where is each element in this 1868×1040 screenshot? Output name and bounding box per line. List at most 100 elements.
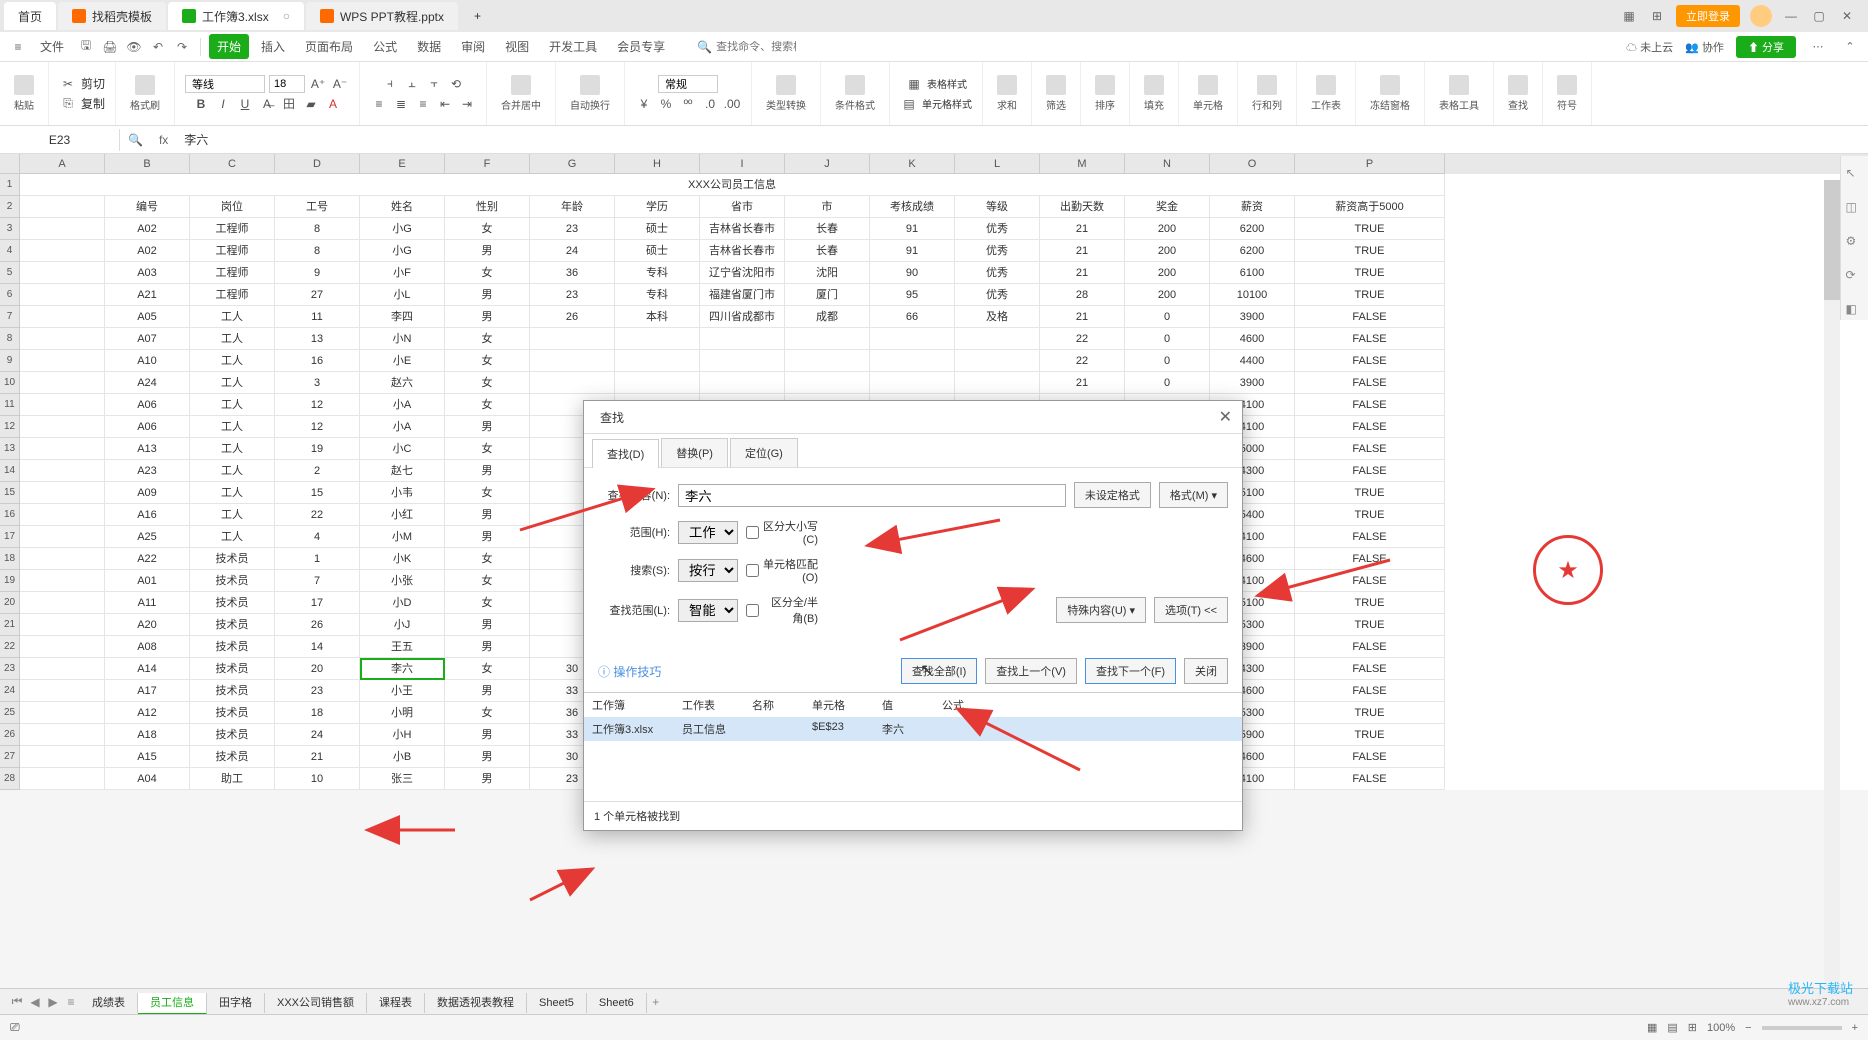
col-L[interactable]: L	[955, 154, 1040, 174]
cell[interactable]: 23	[530, 284, 615, 306]
cell[interactable]	[700, 350, 785, 372]
command-search[interactable]: 🔍	[697, 40, 796, 54]
cell[interactable]: FALSE	[1295, 306, 1445, 328]
rh-cell[interactable]: 单元格	[804, 693, 874, 717]
record-icon[interactable]: ⎚	[10, 1020, 20, 1035]
cell[interactable]: 技术员	[190, 592, 275, 614]
cell[interactable]: 小C	[360, 438, 445, 460]
menu-data[interactable]: 数据	[409, 34, 449, 59]
indent-dec-icon[interactable]: ⇤	[436, 95, 454, 113]
menu-start[interactable]: 开始	[209, 34, 249, 59]
preview-icon[interactable]: 👁	[124, 37, 144, 57]
lookin-select[interactable]: 智能	[678, 599, 738, 622]
header-cell[interactable]: 工号	[275, 196, 360, 218]
cell[interactable]: 66	[870, 306, 955, 328]
collapse-ribbon-icon[interactable]: ⌃	[1840, 37, 1860, 57]
cell[interactable]: 小H	[360, 724, 445, 746]
row-header[interactable]: 5	[0, 262, 20, 284]
cell[interactable]: 4600	[1210, 328, 1295, 350]
col-O[interactable]: O	[1210, 154, 1295, 174]
row-header[interactable]: 7	[0, 306, 20, 328]
cell[interactable]: 技术员	[190, 570, 275, 592]
cell[interactable]: 21	[1040, 240, 1125, 262]
cell[interactable]: 24	[530, 240, 615, 262]
header-cell[interactable]: 编号	[105, 196, 190, 218]
cell[interactable]: A25	[105, 526, 190, 548]
tab-template[interactable]: 找稻壳模板	[58, 2, 166, 30]
vertical-scrollbar[interactable]	[1824, 180, 1840, 988]
cell[interactable]: 技术员	[190, 746, 275, 768]
zoom-value[interactable]: 100%	[1707, 1022, 1735, 1034]
header-cell[interactable]: 市	[785, 196, 870, 218]
cell[interactable]: 助工	[190, 768, 275, 790]
cell[interactable]: 21	[275, 746, 360, 768]
cell[interactable]: A06	[105, 394, 190, 416]
cell[interactable]: 9	[275, 262, 360, 284]
cell[interactable]: 优秀	[955, 240, 1040, 262]
cell[interactable]: FALSE	[1295, 372, 1445, 394]
cell[interactable]	[870, 350, 955, 372]
cell[interactable]: 200	[1125, 284, 1210, 306]
header-cell[interactable]: 性别	[445, 196, 530, 218]
cell[interactable]: 小L	[360, 284, 445, 306]
row-header[interactable]: 21	[0, 614, 20, 636]
tab-ppt[interactable]: WPS PPT教程.pptx	[306, 2, 458, 30]
cell[interactable]: FALSE	[1295, 636, 1445, 658]
rh-workbook[interactable]: 工作簿	[584, 693, 674, 717]
cell[interactable]: 女	[445, 658, 530, 680]
italic-button[interactable]: I	[214, 95, 232, 113]
cell-reference[interactable]: E23	[0, 129, 120, 151]
cell[interactable]	[615, 372, 700, 394]
cell[interactable]: 21	[1040, 372, 1125, 394]
cell[interactable]: 20	[275, 658, 360, 680]
row-header[interactable]: 19	[0, 570, 20, 592]
cell[interactable]: 女	[445, 350, 530, 372]
cell[interactable]: 小K	[360, 548, 445, 570]
cell[interactable]: 专科	[615, 284, 700, 306]
col-C[interactable]: C	[190, 154, 275, 174]
cell[interactable]: 男	[445, 284, 530, 306]
cell[interactable]: FALSE	[1295, 350, 1445, 372]
cell[interactable]: A14	[105, 658, 190, 680]
result-row[interactable]: 工作簿3.xlsx 员工信息 $E$23 李六	[584, 717, 1242, 741]
whole-cell-checkbox[interactable]: 单元格匹配(O)	[746, 556, 818, 584]
cell[interactable]: 辽宁省沈阳市	[700, 262, 785, 284]
cell[interactable]: A16	[105, 504, 190, 526]
col-M[interactable]: M	[1040, 154, 1125, 174]
cell[interactable]: 0	[1125, 372, 1210, 394]
tab-add[interactable]: +	[460, 2, 495, 30]
cell[interactable]: 王五	[360, 636, 445, 658]
cell[interactable]: 小J	[360, 614, 445, 636]
cell[interactable]: 工程师	[190, 284, 275, 306]
sheet-tab[interactable]: Sheet5	[527, 993, 587, 1013]
cell[interactable]: 四川省成都市	[700, 306, 785, 328]
sheet-add-icon[interactable]: +	[647, 995, 665, 1009]
col-K[interactable]: K	[870, 154, 955, 174]
cell[interactable]: 工人	[190, 504, 275, 526]
cell[interactable]: 技术员	[190, 658, 275, 680]
cell[interactable]: 12	[275, 416, 360, 438]
sort-button[interactable]: 排序	[1091, 73, 1119, 114]
cell[interactable]: A03	[105, 262, 190, 284]
cell[interactable]: 小E	[360, 350, 445, 372]
row-header[interactable]: 6	[0, 284, 20, 306]
cell[interactable]	[530, 372, 615, 394]
cell[interactable]: 14	[275, 636, 360, 658]
cell[interactable]: 赵七	[360, 460, 445, 482]
cell[interactable]: 小B	[360, 746, 445, 768]
width-checkbox[interactable]: 区分全/半角(B)	[746, 594, 818, 626]
cell[interactable]: TRUE	[1295, 218, 1445, 240]
cell[interactable]: 男	[445, 636, 530, 658]
cell[interactable]: 小张	[360, 570, 445, 592]
merge-button[interactable]: 合并居中	[497, 73, 545, 114]
filter-button[interactable]: 筛选	[1042, 73, 1070, 114]
cell[interactable]: A12	[105, 702, 190, 724]
row-header[interactable]: 16	[0, 504, 20, 526]
cell[interactable]: 技术员	[190, 702, 275, 724]
cell[interactable]: 男	[445, 504, 530, 526]
template-tool-icon[interactable]: ◧	[1846, 302, 1864, 320]
cell[interactable]: 女	[445, 262, 530, 284]
select-all-corner[interactable]	[0, 154, 20, 174]
row-header[interactable]: 2	[0, 196, 20, 218]
cell[interactable]: 10	[275, 768, 360, 790]
